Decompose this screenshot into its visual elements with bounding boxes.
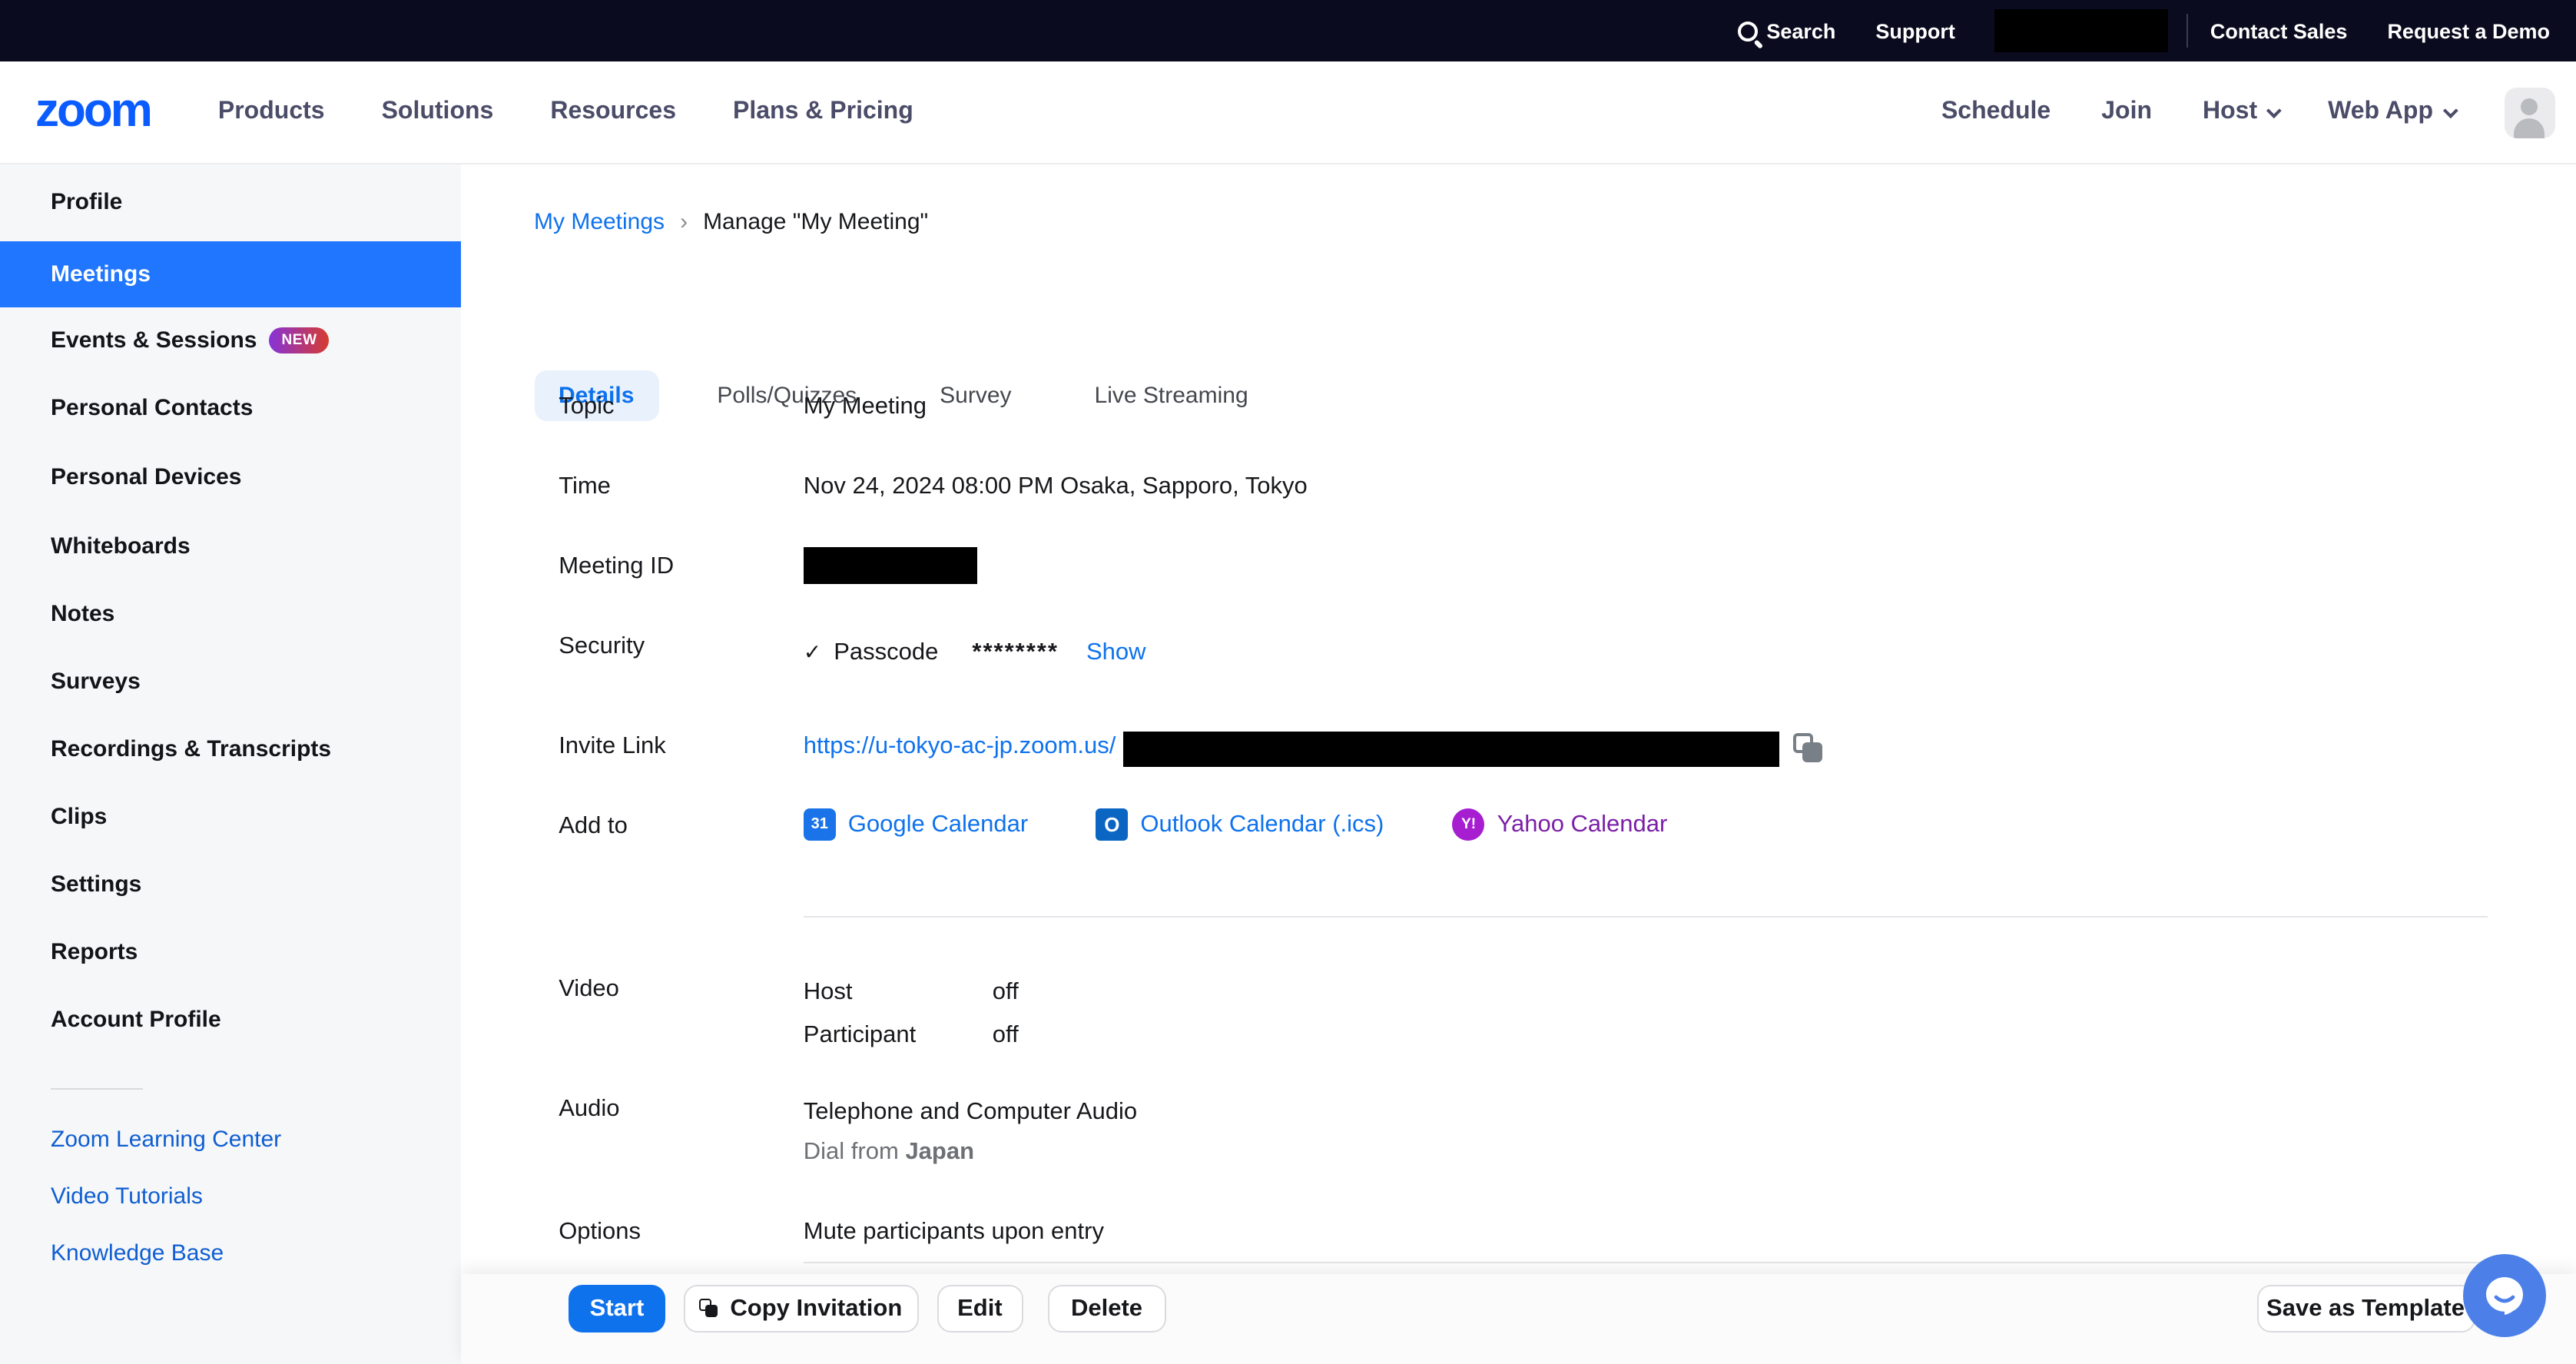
- video-host-value: off: [993, 979, 1019, 1007]
- nav-webapp-menu[interactable]: Web App: [2328, 98, 2453, 126]
- zoom-logo[interactable]: zoom: [35, 85, 151, 139]
- add-google-calendar-link[interactable]: 31 Google Calendar: [804, 808, 1028, 841]
- nav-join[interactable]: Join: [2101, 98, 2152, 126]
- security-label: Security: [559, 633, 645, 661]
- chat-bubble-icon: [2482, 1273, 2528, 1319]
- tab-survey[interactable]: Survey: [915, 370, 1036, 420]
- sidebar-item-meetings[interactable]: Meetings: [0, 241, 461, 307]
- sidebar-item-reports[interactable]: Reports: [51, 939, 138, 965]
- sidebar-item-notes[interactable]: Notes: [51, 601, 114, 627]
- zoom-web-portal: Search Support Contact Sales Request a D…: [0, 0, 2576, 1364]
- breadcrumb-my-meetings[interactable]: My Meetings: [534, 209, 665, 235]
- nav-right-links: Schedule Join Host Web App: [1941, 87, 2554, 138]
- nav-host-menu[interactable]: Host: [2203, 98, 2277, 126]
- new-badge: NEW: [269, 327, 329, 353]
- sidebar-divider: [51, 1088, 143, 1090]
- passcode-masked: ********: [972, 639, 1059, 665]
- breadcrumb-chevron-icon: ›: [680, 209, 688, 235]
- search-label: Search: [1766, 19, 1835, 42]
- video-participant-value: off: [993, 1022, 1019, 1050]
- sidebar-item-surveys[interactable]: Surveys: [51, 669, 141, 695]
- video-label: Video: [559, 976, 619, 1004]
- sidebar-item-events-sessions[interactable]: Events & Sessions NEW: [51, 327, 330, 353]
- security-value: ✓ Passcode ******** Show: [804, 639, 1146, 667]
- add-to-label: Add to: [559, 813, 628, 841]
- audio-label: Audio: [559, 1096, 619, 1123]
- avatar-person-icon: [2521, 98, 2538, 114]
- breadcrumb-current: Manage "My Meeting": [703, 209, 928, 235]
- copy-invitation-button[interactable]: Copy Invitation: [683, 1285, 918, 1332]
- chevron-down-icon: [2266, 103, 2282, 118]
- topic-value: My Meeting: [804, 393, 927, 421]
- search-icon: [1737, 21, 1757, 41]
- options-value: Mute participants upon entry: [804, 1219, 1104, 1246]
- audio-dial-from: Dial from Japan: [804, 1138, 974, 1166]
- sidebar: Profile Meetings Events & Sessions NEW P…: [0, 164, 461, 1364]
- outlook-calendar-icon: O: [1096, 808, 1128, 841]
- contact-sales-link[interactable]: Contact Sales: [2210, 19, 2348, 42]
- chevron-down-icon: [2442, 103, 2458, 118]
- video-host-label: Host: [804, 979, 853, 1007]
- topic-label: Topic: [559, 393, 614, 421]
- delete-button[interactable]: Delete: [1047, 1285, 1166, 1332]
- sidebar-item-whiteboards[interactable]: Whiteboards: [51, 533, 191, 559]
- sidebar-item-clips[interactable]: Clips: [51, 804, 107, 830]
- start-button[interactable]: Start: [569, 1285, 665, 1332]
- nav-resources[interactable]: Resources: [550, 98, 676, 126]
- time-value: Nov 24, 2024 08:00 PM Osaka, Sapporo, To…: [804, 473, 1308, 501]
- sidebar-item-profile[interactable]: Profile: [51, 189, 122, 215]
- add-outlook-calendar-link[interactable]: O Outlook Calendar (.ics): [1096, 808, 1384, 841]
- breadcrumb: My Meetings › Manage "My Meeting": [534, 209, 928, 235]
- copy-invite-link-icon[interactable]: [1793, 733, 1824, 764]
- edit-button[interactable]: Edit: [937, 1285, 1023, 1332]
- sidebar-link-zoom-learning-center[interactable]: Zoom Learning Center: [51, 1127, 281, 1153]
- request-demo-link[interactable]: Request a Demo: [2387, 19, 2550, 42]
- invite-link-url[interactable]: https://u-tokyo-ac-jp.zoom.us/: [804, 732, 1116, 760]
- footer-action-bar: Start Copy Invitation Edit Delete Save a…: [461, 1273, 2576, 1364]
- passcode-label: Passcode: [834, 639, 938, 665]
- sidebar-item-recordings-transcripts[interactable]: Recordings & Transcripts: [51, 736, 331, 762]
- redacted-account-info: [1995, 9, 2169, 52]
- section-divider-2: [804, 1262, 2487, 1263]
- sidebar-item-account-profile[interactable]: Account Profile: [51, 1007, 221, 1033]
- sidebar-link-knowledge-base[interactable]: Knowledge Base: [51, 1240, 224, 1266]
- sidebar-item-personal-devices[interactable]: Personal Devices: [51, 464, 242, 490]
- nav-solutions[interactable]: Solutions: [382, 98, 494, 126]
- redacted-invite-link: [1124, 732, 1780, 768]
- sidebar-item-settings[interactable]: Settings: [51, 871, 141, 898]
- topbar-divider: [2187, 14, 2189, 48]
- yahoo-calendar-icon: Y!: [1453, 808, 1485, 841]
- time-label: Time: [559, 473, 611, 501]
- nav-schedule[interactable]: Schedule: [1941, 98, 2051, 126]
- nav-plans-pricing[interactable]: Plans & Pricing: [733, 98, 913, 126]
- main-navbar: zoom Products Solutions Resources Plans …: [0, 61, 2576, 164]
- google-calendar-icon: 31: [804, 808, 836, 841]
- top-utility-bar: Search Support Contact Sales Request a D…: [0, 0, 2576, 61]
- dial-country: Japan: [905, 1138, 974, 1164]
- checkmark-icon: ✓: [804, 639, 821, 664]
- nav-left-links: Products Solutions Resources Plans & Pri…: [218, 98, 913, 126]
- invite-link-label: Invite Link: [559, 732, 666, 760]
- audio-value: Telephone and Computer Audio: [804, 1099, 1137, 1127]
- main-content: My Meetings › Manage "My Meeting" Detail…: [461, 164, 2576, 1364]
- save-as-template-button[interactable]: Save as Template: [2256, 1285, 2475, 1332]
- add-yahoo-calendar-link[interactable]: Y! Yahoo Calendar: [1453, 808, 1668, 841]
- search-button[interactable]: Search: [1737, 19, 1835, 42]
- chat-widget-button[interactable]: [2463, 1254, 2546, 1337]
- video-participant-label: Participant: [804, 1022, 916, 1050]
- copy-icon: [699, 1299, 719, 1319]
- user-avatar[interactable]: [2504, 87, 2554, 138]
- show-passcode-link[interactable]: Show: [1086, 639, 1146, 665]
- options-label: Options: [559, 1219, 641, 1246]
- tab-live-streaming[interactable]: Live Streaming: [1070, 370, 1273, 420]
- sidebar-link-video-tutorials[interactable]: Video Tutorials: [51, 1183, 203, 1210]
- meeting-id-label: Meeting ID: [559, 553, 674, 581]
- section-divider: [804, 916, 2487, 918]
- redacted-meeting-id: [804, 547, 977, 584]
- sidebar-item-personal-contacts[interactable]: Personal Contacts: [51, 395, 253, 421]
- support-link[interactable]: Support: [1875, 19, 1955, 42]
- nav-products[interactable]: Products: [218, 98, 325, 126]
